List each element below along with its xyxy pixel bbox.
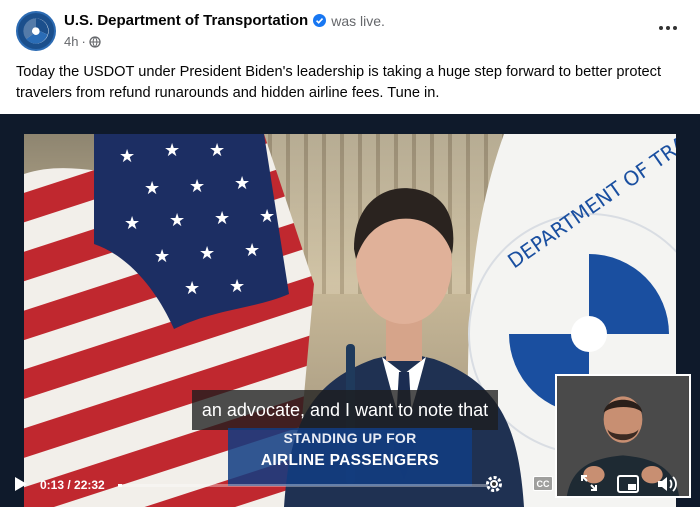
globe-icon[interactable] bbox=[89, 35, 101, 48]
more-dot bbox=[673, 26, 677, 30]
page-avatar[interactable] bbox=[16, 11, 56, 51]
lower-third-line2: AIRLINE PASSENGERS bbox=[260, 452, 440, 469]
author-name[interactable]: U.S. Department of Transportation bbox=[64, 12, 308, 29]
svg-text:★: ★ bbox=[189, 176, 205, 197]
svg-text:★: ★ bbox=[234, 173, 250, 194]
svg-text:★: ★ bbox=[124, 213, 140, 234]
closed-captions-button[interactable]: CC bbox=[533, 476, 553, 491]
volume-icon[interactable] bbox=[656, 474, 678, 494]
svg-text:★: ★ bbox=[184, 278, 200, 299]
post-meta: 4h · bbox=[64, 34, 101, 49]
post-body: Today the USDOT under President Biden's … bbox=[16, 64, 662, 101]
svg-text:★: ★ bbox=[199, 243, 215, 264]
live-status: was live. bbox=[331, 12, 385, 29]
post-author-line: U.S. Department of Transportation was li… bbox=[64, 12, 385, 29]
lower-third-line1: STANDING UP FOR bbox=[283, 430, 417, 446]
svg-text:★: ★ bbox=[244, 240, 260, 261]
svg-text:★: ★ bbox=[229, 276, 245, 297]
progress-bar[interactable] bbox=[118, 484, 488, 487]
svg-text:★: ★ bbox=[164, 140, 180, 161]
svg-text:★: ★ bbox=[169, 210, 185, 231]
meta-separator: · bbox=[81, 34, 86, 49]
more-dot bbox=[659, 26, 663, 30]
svg-text:★: ★ bbox=[209, 140, 225, 161]
progress-fill bbox=[118, 484, 122, 487]
svg-text:★: ★ bbox=[119, 146, 135, 167]
more-options-button[interactable] bbox=[656, 18, 680, 38]
svg-text:★: ★ bbox=[214, 208, 230, 229]
svg-text:★: ★ bbox=[154, 246, 170, 267]
dot-logo-icon bbox=[18, 13, 54, 49]
live-caption: an advocate, and I want to note that bbox=[192, 390, 498, 430]
more-dot bbox=[666, 26, 670, 30]
svg-text:★: ★ bbox=[144, 178, 160, 199]
verified-badge-icon bbox=[313, 14, 327, 27]
post-time[interactable]: 4h bbox=[64, 34, 78, 49]
lower-third-banner: STANDING UP FOR AIRLINE PASSENGERS bbox=[228, 428, 472, 486]
play-button[interactable] bbox=[14, 476, 28, 492]
expand-icon[interactable] bbox=[580, 474, 598, 492]
picture-in-picture-icon[interactable] bbox=[617, 475, 639, 493]
video-player[interactable]: ★ ★ ★ ★ ★ ★ ★ ★ ★ ★ ★ ★ ★ ★ ★ DEPARTMENT… bbox=[0, 114, 700, 507]
playback-time: 0:13 / 22:32 bbox=[40, 478, 105, 492]
settings-gear-icon[interactable] bbox=[484, 474, 504, 494]
